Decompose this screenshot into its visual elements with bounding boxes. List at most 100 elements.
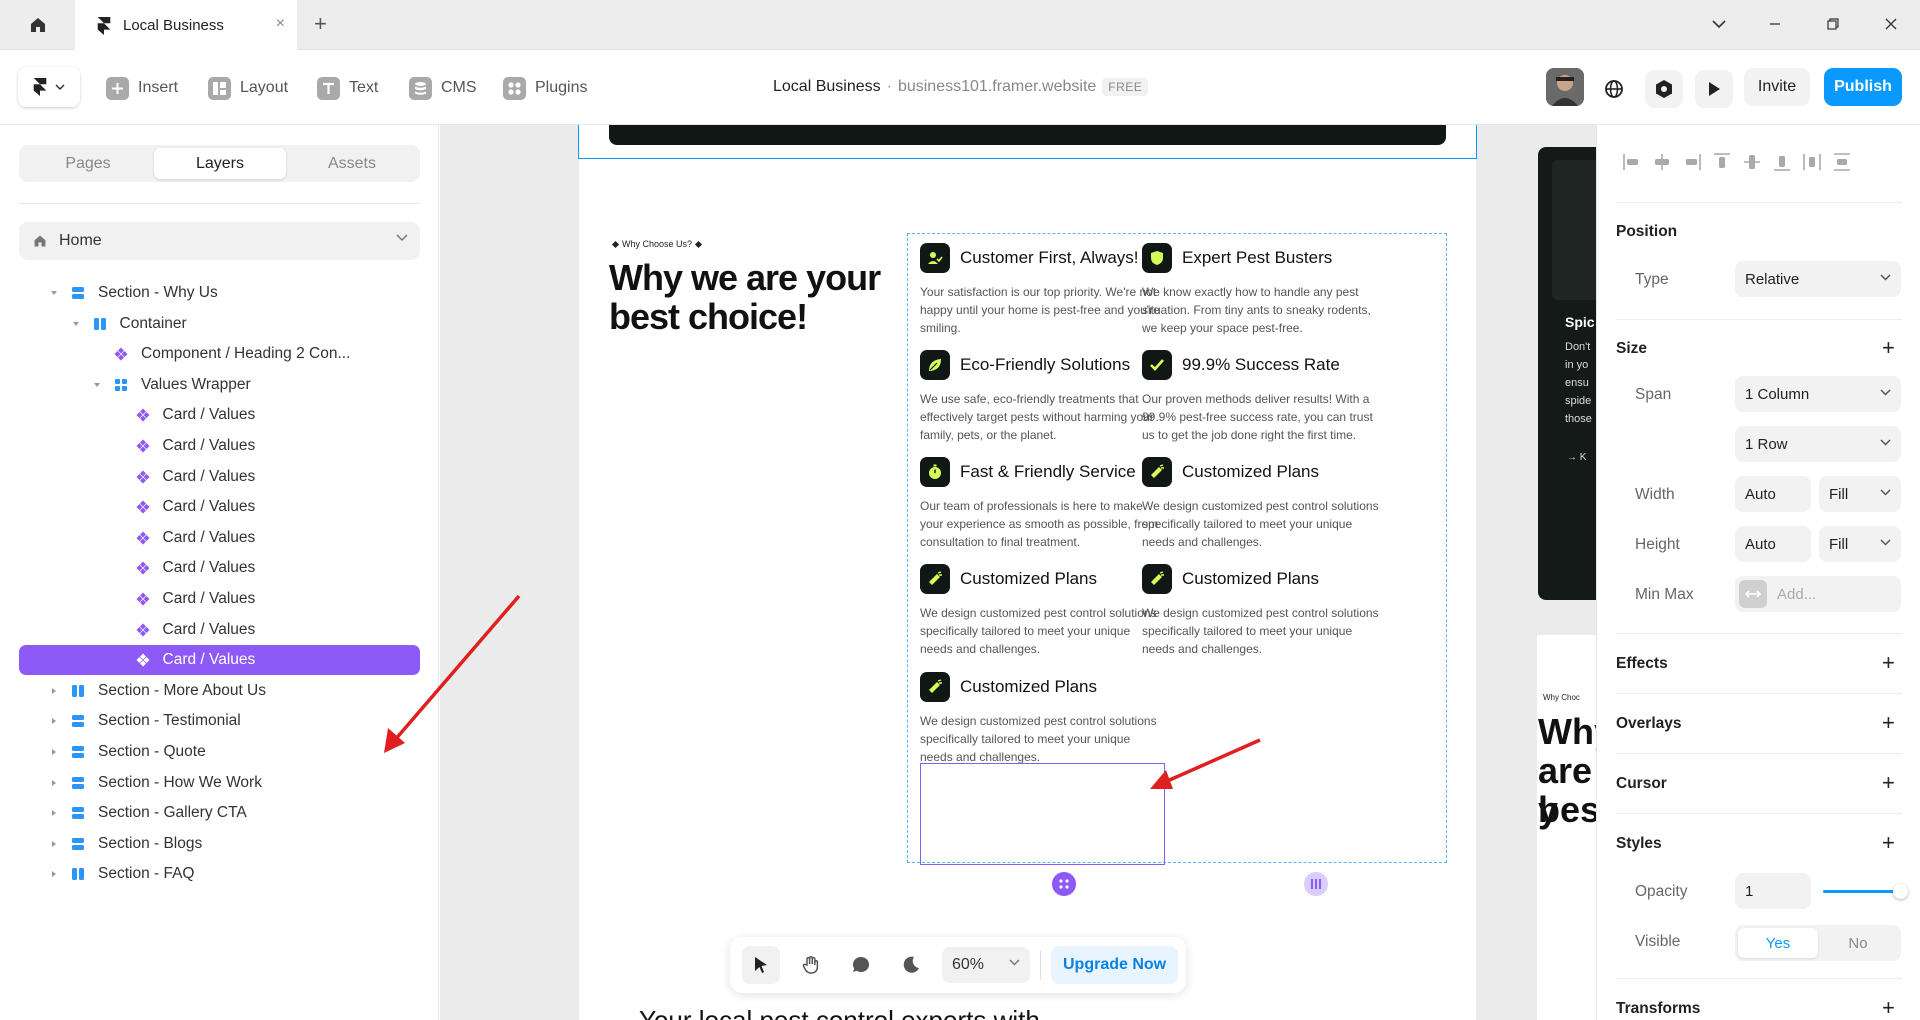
tab-assets[interactable]: Assets — [286, 148, 418, 179]
height-input[interactable]: Auto — [1735, 526, 1811, 562]
hand-tool-button[interactable] — [792, 946, 830, 984]
value-card[interactable]: Customized Plans We design customized pes… — [1142, 457, 1402, 557]
add-transform-button[interactable]: + — [1882, 997, 1895, 1019]
page-frame[interactable]: Why Choose Us? Why we are your best choi… — [578, 125, 1477, 1020]
visible-no-option[interactable]: No — [1818, 928, 1898, 958]
select-tool-button[interactable] — [742, 946, 780, 984]
styles-section-title[interactable]: Styles — [1616, 835, 1662, 853]
layer-row[interactable]: Card / Values — [19, 492, 420, 522]
add-cursor-button[interactable]: + — [1882, 772, 1895, 794]
value-card[interactable]: Fast & Friendly Service Our team of profe… — [920, 457, 1180, 557]
transforms-section-title[interactable]: Transforms — [1616, 1000, 1700, 1018]
settings-button[interactable] — [1645, 70, 1683, 108]
tab-layers[interactable]: Layers — [154, 148, 286, 179]
grid-add-handle[interactable] — [1052, 872, 1076, 896]
page-selector[interactable]: Home — [19, 222, 420, 260]
globe-button[interactable] — [1595, 70, 1633, 108]
layer-row[interactable]: Card / Values — [19, 615, 420, 645]
layer-row[interactable]: Section - More About Us — [19, 676, 420, 706]
width-mode-select[interactable]: Fill — [1819, 476, 1901, 512]
layout-button[interactable]: Layout — [208, 74, 288, 102]
caret-right-icon[interactable] — [48, 748, 60, 756]
position-type-select[interactable]: Relative — [1735, 261, 1901, 297]
minmax-input[interactable]: Add... — [1735, 576, 1901, 612]
height-mode-select[interactable]: Fill — [1819, 526, 1901, 562]
invite-button[interactable]: Invite — [1744, 68, 1810, 106]
insert-button[interactable]: Insert — [106, 74, 178, 102]
layer-row[interactable]: Values Wrapper — [19, 370, 420, 400]
layer-row[interactable]: Section - FAQ — [19, 859, 420, 889]
close-window-button[interactable] — [1881, 14, 1901, 34]
layer-row[interactable]: Section - Testimonial — [19, 706, 420, 736]
overlays-section-title[interactable]: Overlays — [1616, 715, 1682, 733]
preview-button[interactable] — [1695, 70, 1733, 108]
value-card[interactable]: Customized Plans We design customized pes… — [920, 564, 1180, 664]
layer-row[interactable]: Card / Values — [19, 553, 420, 583]
tab-pages[interactable]: Pages — [22, 148, 154, 179]
cms-button[interactable]: CMS — [409, 74, 477, 102]
layer-row[interactable]: Section - Why Us — [19, 278, 420, 308]
layer-row[interactable]: Section - How We Work — [19, 768, 420, 798]
add-size-button[interactable]: + — [1882, 337, 1895, 359]
layer-row[interactable]: Section - Blogs — [19, 829, 420, 859]
layer-row[interactable]: Card / Values — [19, 584, 420, 614]
value-card[interactable]: Customized Plans We design customized pes… — [920, 672, 1180, 772]
column-resize-handle[interactable] — [1304, 872, 1328, 896]
layer-row[interactable]: Card / Values — [19, 431, 420, 461]
new-tab-button[interactable]: + — [314, 12, 327, 36]
distribute-vertical-icon[interactable] — [1832, 152, 1852, 172]
zoom-select[interactable]: 60% — [942, 947, 1030, 983]
upgrade-now-button[interactable]: Upgrade Now — [1051, 946, 1179, 984]
tabs-dropdown-button[interactable] — [1709, 14, 1729, 34]
caret-right-icon[interactable] — [48, 717, 60, 725]
tab-close-button[interactable]: × — [276, 15, 285, 33]
caret-right-icon[interactable] — [48, 870, 60, 878]
distribute-horizontal-icon[interactable] — [1802, 152, 1822, 172]
caret-right-icon[interactable] — [48, 840, 60, 848]
restore-button[interactable] — [1823, 14, 1843, 34]
plugins-button[interactable]: Plugins — [503, 74, 587, 102]
dark-mode-button[interactable] — [892, 946, 930, 984]
caret-down-icon[interactable] — [91, 382, 103, 388]
opacity-slider-track[interactable] — [1823, 890, 1901, 893]
span-row-select[interactable]: 1 Row — [1735, 426, 1901, 462]
layer-row[interactable]: Section - Quote — [19, 737, 420, 767]
add-overlay-button[interactable]: + — [1882, 712, 1895, 734]
align-middle-v-icon[interactable] — [1742, 152, 1762, 172]
span-column-select[interactable]: 1 Column — [1735, 376, 1901, 412]
visible-yes-option[interactable]: Yes — [1738, 928, 1818, 958]
opacity-slider-handle[interactable] — [1893, 884, 1908, 899]
layer-row-selected[interactable]: Card / Values — [19, 645, 420, 676]
effects-section-title[interactable]: Effects — [1616, 655, 1668, 673]
layer-row[interactable]: Component / Heading 2 Con... — [19, 339, 420, 369]
layer-row[interactable]: Card / Values — [19, 400, 420, 430]
text-button[interactable]: Text — [317, 74, 378, 102]
layer-row[interactable]: Card / Values — [19, 523, 420, 553]
minimize-button[interactable] — [1765, 14, 1785, 34]
align-left-icon[interactable] — [1622, 152, 1642, 172]
publish-button[interactable]: Publish — [1824, 68, 1902, 106]
caret-down-icon[interactable] — [48, 290, 60, 296]
opacity-input[interactable]: 1 — [1735, 873, 1811, 909]
add-effect-button[interactable]: + — [1882, 652, 1895, 674]
comment-tool-button[interactable] — [842, 946, 880, 984]
align-top-icon[interactable] — [1712, 152, 1732, 172]
align-bottom-icon[interactable] — [1772, 152, 1792, 172]
layer-row[interactable]: Section - Gallery CTA — [19, 798, 420, 828]
caret-right-icon[interactable] — [48, 687, 60, 695]
next-section-heading[interactable]: Your local pest control experts with — [639, 1005, 1040, 1020]
width-input[interactable]: Auto — [1735, 476, 1811, 512]
caret-right-icon[interactable] — [48, 809, 60, 817]
layer-row[interactable]: Container — [19, 309, 420, 339]
avatar[interactable] — [1546, 68, 1584, 106]
canvas[interactable]: Why Choose Us? Why we are your best choi… — [440, 125, 1596, 1020]
cursor-section-title[interactable]: Cursor — [1616, 775, 1667, 793]
value-card[interactable]: Customized Plans We design customized pes… — [1142, 564, 1402, 664]
align-right-icon[interactable] — [1682, 152, 1702, 172]
section-heading[interactable]: Why we are your best choice! — [609, 258, 889, 336]
section-badge[interactable]: Why Choose Us? — [609, 237, 705, 251]
framer-menu-button[interactable] — [18, 67, 80, 107]
align-center-h-icon[interactable] — [1652, 152, 1672, 172]
value-card[interactable]: Expert Pest Busters We know exactly how t… — [1142, 243, 1402, 343]
caret-right-icon[interactable] — [48, 779, 60, 787]
